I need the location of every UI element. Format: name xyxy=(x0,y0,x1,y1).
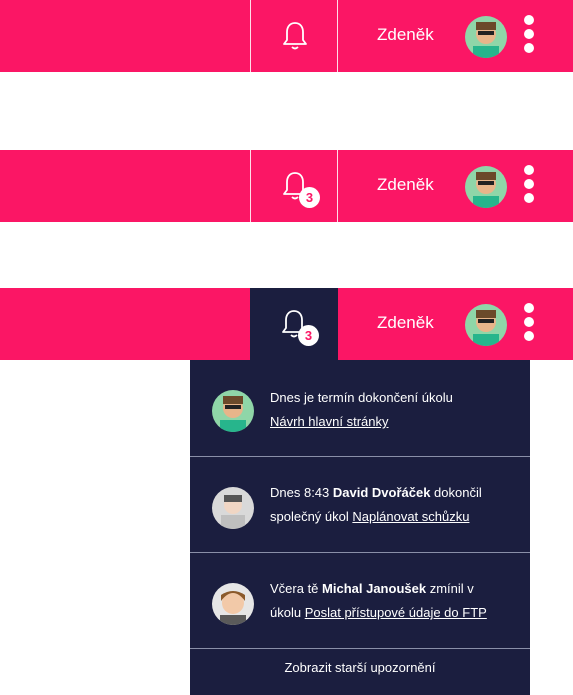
user-avatar[interactable] xyxy=(465,304,507,346)
actor-name[interactable]: Michal Janoušek xyxy=(322,581,426,596)
task-link[interactable]: Naplánovat schůzku xyxy=(352,509,469,524)
kebab-menu-icon[interactable] xyxy=(523,15,535,57)
actor-name[interactable]: David Dvořáček xyxy=(333,485,431,500)
notifications-button[interactable]: 3 xyxy=(250,150,338,222)
notification-avatar xyxy=(212,583,254,625)
task-link[interactable]: Poslat přístupové údaje do FTP xyxy=(305,605,487,620)
notification-item[interactable]: Včera tě Michal Janoušek zmínil v úkolu … xyxy=(190,553,530,648)
notifications-button[interactable] xyxy=(250,0,338,72)
divider xyxy=(190,648,530,649)
task-link[interactable]: Návrh hlavní stránky xyxy=(270,414,389,429)
user-avatar[interactable] xyxy=(465,16,507,58)
notifications-dropdown: Dnes je termín dokončení úkolu Návrh hla… xyxy=(190,360,530,695)
notification-avatar xyxy=(212,390,254,432)
top-bar-default: Zdeněk xyxy=(0,0,573,72)
show-older-link[interactable]: Zobrazit starší upozornění xyxy=(190,660,530,675)
user-avatar[interactable] xyxy=(465,166,507,208)
notification-text: Dnes je termín dokončení úkolu Návrh hla… xyxy=(270,390,453,429)
notification-count-badge: 3 xyxy=(299,187,320,208)
notification-item[interactable]: Dnes je termín dokončení úkolu Návrh hla… xyxy=(190,360,530,455)
notification-item[interactable]: Dnes 8:43 David Dvořáček dokončil společ… xyxy=(190,457,530,552)
kebab-menu-icon[interactable] xyxy=(523,165,535,207)
notification-text: Dnes 8:43 David Dvořáček dokončil společ… xyxy=(270,485,482,524)
user-name[interactable]: Zdeněk xyxy=(377,313,434,333)
kebab-menu-icon[interactable] xyxy=(523,303,535,345)
user-name[interactable]: Zdeněk xyxy=(377,25,434,45)
user-name[interactable]: Zdeněk xyxy=(377,175,434,195)
bell-icon xyxy=(283,22,307,50)
notification-text: Včera tě Michal Janoušek zmínil v úkolu … xyxy=(270,581,487,620)
notification-count-badge: 3 xyxy=(298,325,319,346)
notifications-button[interactable]: 3 xyxy=(250,288,338,360)
top-bar-open: 3 Zdeněk xyxy=(0,288,573,360)
top-bar-badge: 3 Zdeněk xyxy=(0,150,573,222)
notification-avatar xyxy=(212,487,254,529)
